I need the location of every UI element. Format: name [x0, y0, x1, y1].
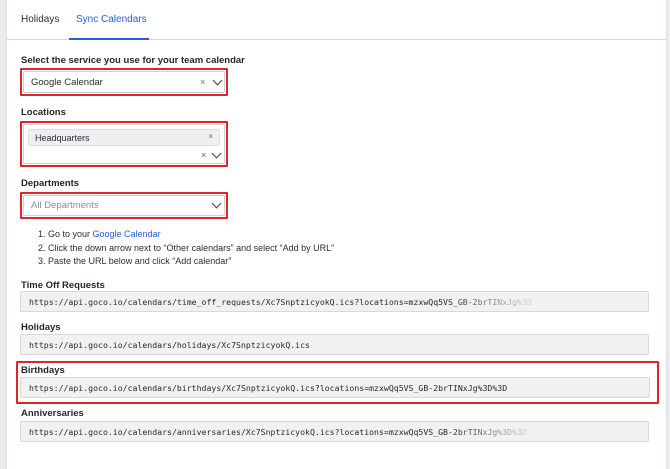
holidays-feed-label: Holidays: [21, 322, 61, 333]
anniversaries-label: Anniversaries: [21, 408, 84, 419]
tab-bar: Holidays Sync Calendars: [7, 0, 666, 40]
tab-holidays[interactable]: Holidays: [21, 14, 59, 25]
departments-select[interactable]: All Departments: [23, 195, 225, 216]
location-chip: Headquarters ×: [28, 129, 220, 146]
chevron-down-icon[interactable]: [212, 75, 223, 86]
time-off-label: Time Off Requests: [21, 280, 105, 291]
time-off-url-field[interactable]: https://api.goco.io/calendars/time_off_r…: [20, 291, 649, 312]
service-clear-icon[interactable]: ×: [200, 77, 205, 87]
tab-sync-calendars[interactable]: Sync Calendars: [76, 14, 147, 25]
anniversaries-url-field[interactable]: https://api.goco.io/calendars/anniversar…: [20, 421, 649, 442]
active-tab-indicator: [69, 38, 149, 40]
birthdays-label: Birthdays: [21, 365, 65, 376]
birthdays-url-field[interactable]: https://api.goco.io/calendars/birthdays/…: [20, 377, 650, 398]
locations-label: Locations: [21, 107, 66, 118]
service-highlight: Google Calendar ×: [20, 68, 228, 96]
instructions-list: 1. Go to your Google Calendar 2. Click t…: [38, 228, 334, 269]
departments-highlight: All Departments: [20, 192, 228, 219]
chevron-down-icon[interactable]: [211, 148, 222, 159]
url-fade-overlay: [448, 292, 648, 311]
birthdays-url: https://api.goco.io/calendars/birthdays/…: [29, 383, 508, 393]
locations-select[interactable]: Headquarters × ×: [23, 124, 225, 164]
service-select[interactable]: Google Calendar ×: [23, 71, 225, 93]
service-label: Select the service you use for your team…: [21, 55, 245, 66]
locations-highlight: Headquarters × ×: [20, 121, 228, 167]
step-1-text: 1. Go to your: [38, 229, 93, 239]
url-fade-overlay: [448, 422, 648, 441]
instruction-step-1: 1. Go to your Google Calendar: [38, 228, 334, 242]
google-calendar-link[interactable]: Google Calendar: [93, 229, 161, 239]
instruction-step-2: 2. Click the down arrow next to “Other c…: [38, 242, 335, 253]
instruction-step-3: 3. Paste the URL below and click “Add ca…: [38, 256, 232, 266]
holidays-url-field[interactable]: https://api.goco.io/calendars/holidays/X…: [20, 334, 649, 355]
chevron-down-icon[interactable]: [211, 198, 222, 209]
chip-remove-icon[interactable]: ×: [208, 132, 213, 141]
service-select-value: Google Calendar: [31, 77, 103, 88]
holidays-url: https://api.goco.io/calendars/holidays/X…: [29, 340, 310, 350]
departments-placeholder: All Departments: [31, 200, 99, 211]
departments-label: Departments: [21, 178, 80, 189]
locations-clear-icon[interactable]: ×: [201, 150, 206, 160]
sync-calendars-panel: Holidays Sync Calendars Select the servi…: [6, 0, 667, 469]
location-chip-label: Headquarters: [35, 133, 90, 143]
